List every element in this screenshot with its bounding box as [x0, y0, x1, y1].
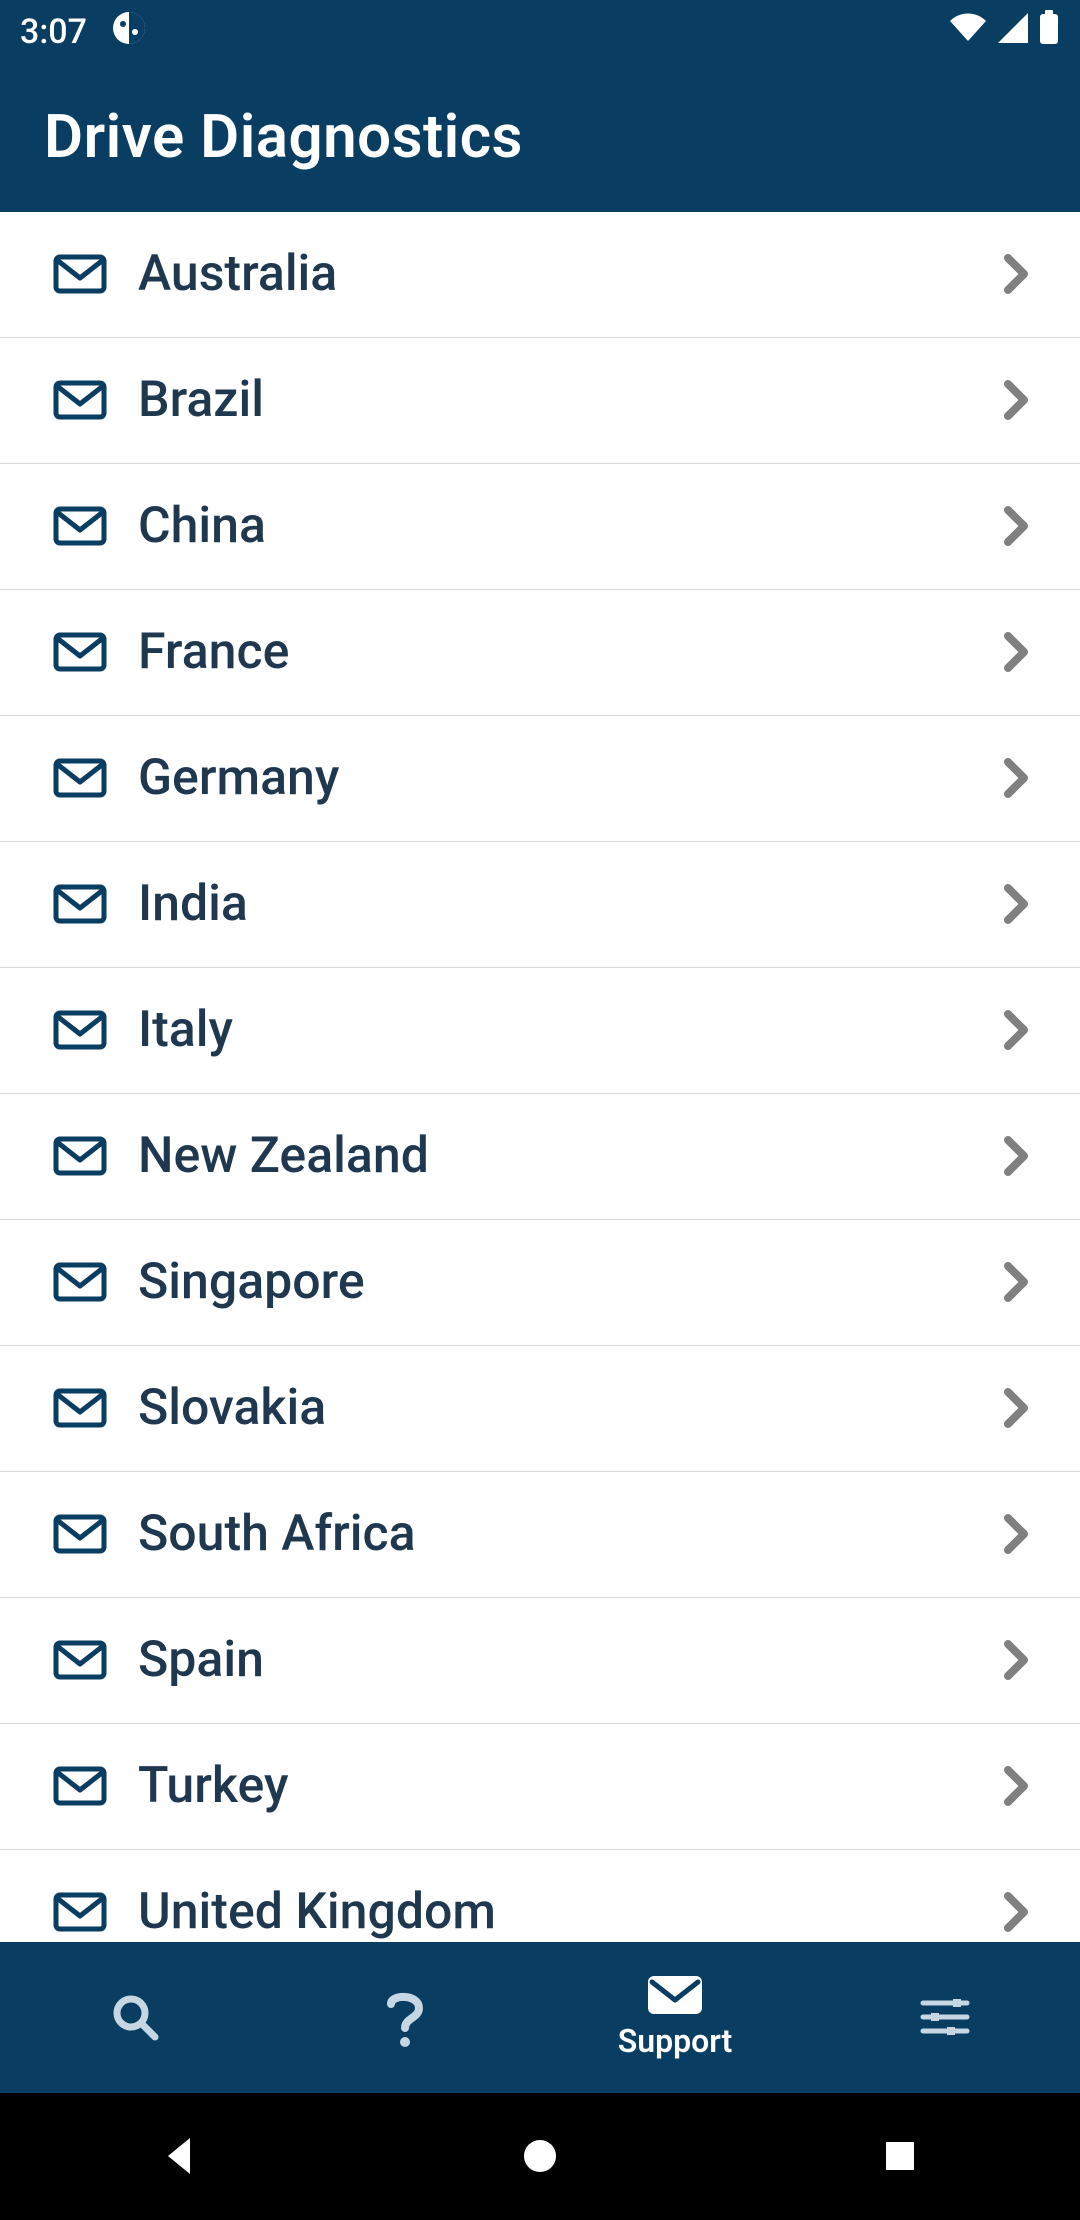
envelope-icon — [52, 1262, 108, 1302]
country-label: Turkey — [138, 1757, 966, 1815]
country-label: Singapore — [138, 1253, 966, 1311]
envelope-icon — [52, 884, 108, 924]
envelope-filled-icon — [646, 1974, 704, 2016]
country-row[interactable]: China — [0, 464, 1080, 590]
search-icon — [109, 1991, 161, 2043]
status-time: 3:07 — [20, 12, 87, 52]
cell-signal-icon — [996, 11, 1030, 54]
envelope-icon — [52, 1514, 108, 1554]
nav-support-label: Support — [618, 2022, 733, 2060]
chevron-right-icon — [996, 1134, 1036, 1178]
country-row[interactable]: Spain — [0, 1598, 1080, 1724]
chevron-right-icon — [996, 1260, 1036, 1304]
country-row[interactable]: India — [0, 842, 1080, 968]
country-label: Germany — [138, 749, 966, 807]
country-row[interactable]: South Africa — [0, 1472, 1080, 1598]
envelope-icon — [52, 254, 108, 294]
envelope-icon — [52, 1010, 108, 1050]
envelope-icon — [52, 506, 108, 546]
chevron-right-icon — [996, 1386, 1036, 1430]
status-left: 3:07 — [20, 10, 147, 55]
country-label: Brazil — [138, 371, 966, 429]
country-label: New Zealand — [138, 1127, 966, 1185]
country-row[interactable]: France — [0, 590, 1080, 716]
country-row[interactable]: Germany — [0, 716, 1080, 842]
chevron-right-icon — [996, 504, 1036, 548]
sys-home-button[interactable] — [510, 2126, 570, 2186]
country-label: Slovakia — [138, 1379, 966, 1437]
country-label: China — [138, 497, 966, 555]
country-row[interactable]: United Kingdom — [0, 1850, 1080, 1942]
envelope-icon — [52, 632, 108, 672]
envelope-icon — [52, 1640, 108, 1680]
envelope-icon — [52, 1892, 108, 1932]
country-label: Italy — [138, 1001, 966, 1059]
chevron-right-icon — [996, 1764, 1036, 1808]
battery-icon — [1038, 10, 1060, 55]
chevron-right-icon — [996, 630, 1036, 674]
page-title: Drive Diagnostics — [44, 101, 1036, 172]
envelope-icon — [52, 380, 108, 420]
country-label: United Kingdom — [138, 1883, 966, 1941]
chevron-right-icon — [996, 1512, 1036, 1556]
chevron-right-icon — [996, 882, 1036, 926]
country-label: India — [138, 875, 966, 933]
nav-support[interactable]: Support — [540, 1942, 810, 2093]
screen: 3:07 Drive Diagnostics Australia Brazil Ch… — [0, 0, 1080, 2220]
status-app-indicator-icon — [111, 10, 147, 55]
chevron-right-icon — [996, 756, 1036, 800]
country-row[interactable]: New Zealand — [0, 1094, 1080, 1220]
chevron-right-icon — [996, 1638, 1036, 1682]
country-row[interactable]: Turkey — [0, 1724, 1080, 1850]
chevron-right-icon — [996, 252, 1036, 296]
country-row[interactable]: Italy — [0, 968, 1080, 1094]
status-right — [948, 10, 1060, 55]
country-row[interactable]: Singapore — [0, 1220, 1080, 1346]
envelope-icon — [52, 1766, 108, 1806]
country-row[interactable]: Australia — [0, 212, 1080, 338]
status-bar: 3:07 — [0, 0, 1080, 65]
sys-recent-button[interactable] — [870, 2126, 930, 2186]
nav-help[interactable] — [270, 1942, 540, 2093]
country-row[interactable]: Slovakia — [0, 1346, 1080, 1472]
wifi-icon — [948, 11, 988, 54]
question-icon — [379, 1986, 431, 2048]
country-list[interactable]: Australia Brazil China France Germany India It… — [0, 212, 1080, 1942]
chevron-right-icon — [996, 378, 1036, 422]
sys-back-button[interactable] — [150, 2126, 210, 2186]
chevron-right-icon — [996, 1008, 1036, 1052]
country-label: France — [138, 623, 966, 681]
app-bar: Drive Diagnostics — [0, 65, 1080, 212]
nav-settings[interactable] — [810, 1942, 1080, 2093]
country-label: Australia — [138, 245, 966, 303]
bottom-nav: Support — [0, 1942, 1080, 2093]
country-label: South Africa — [138, 1505, 966, 1563]
envelope-icon — [52, 1388, 108, 1428]
country-row[interactable]: Brazil — [0, 338, 1080, 464]
country-label: Spain — [138, 1631, 966, 1689]
envelope-icon — [52, 758, 108, 798]
sliders-icon — [919, 1995, 971, 2039]
envelope-icon — [52, 1136, 108, 1176]
system-nav-bar — [0, 2093, 1080, 2220]
nav-search[interactable] — [0, 1942, 270, 2093]
chevron-right-icon — [996, 1890, 1036, 1934]
